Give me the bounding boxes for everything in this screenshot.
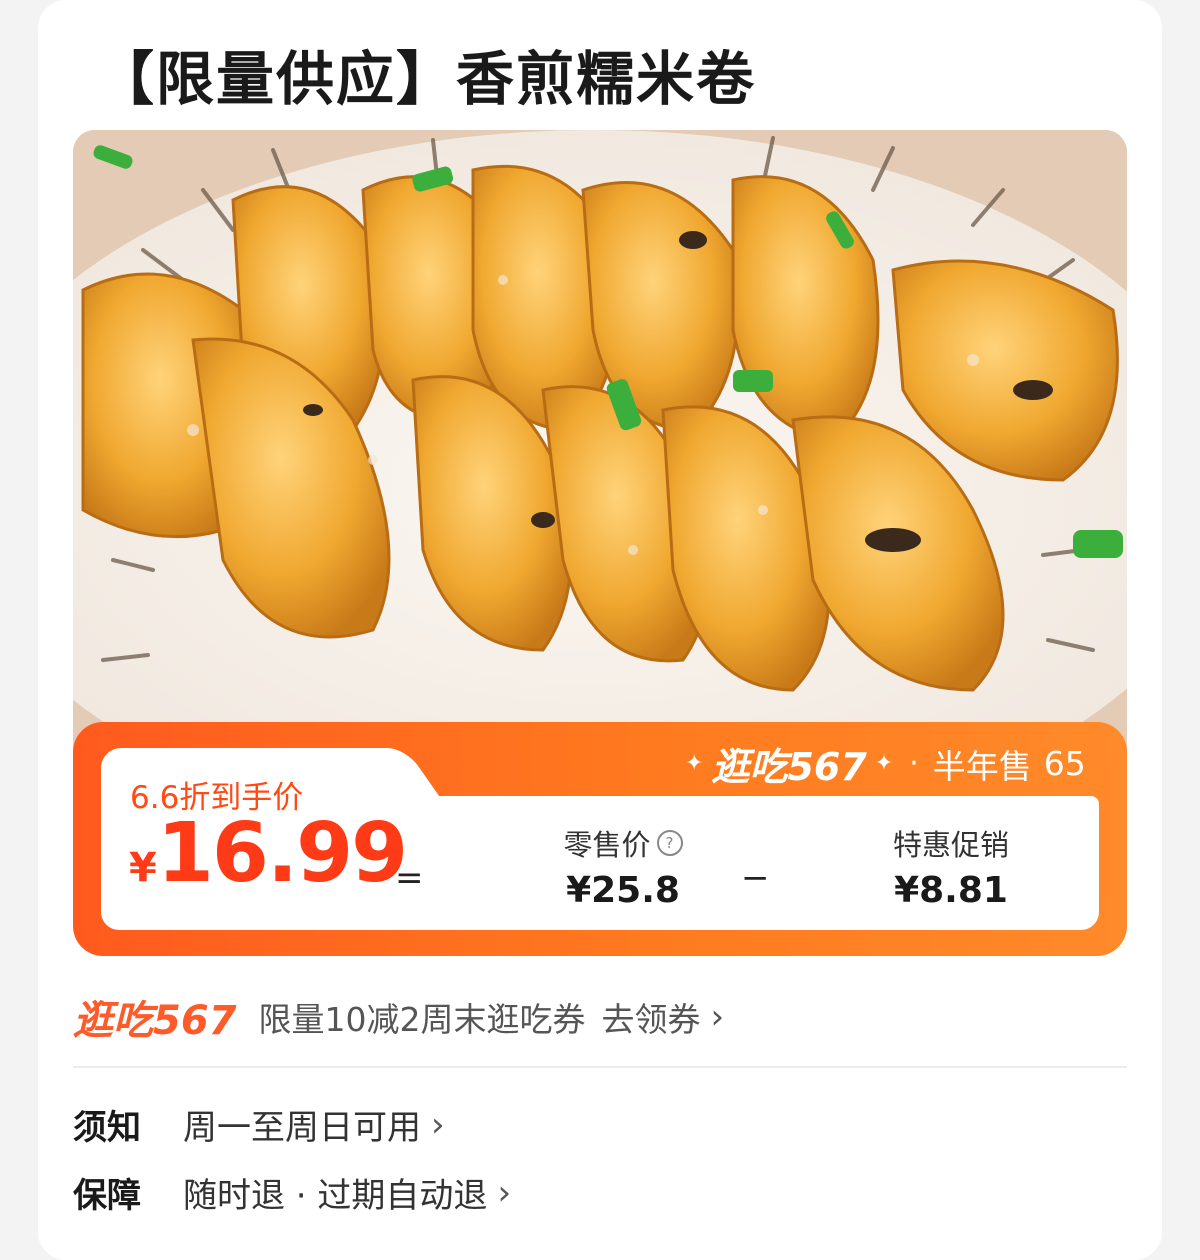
- discount-label: 6.6折到手价: [130, 780, 304, 816]
- retail-value: ¥25.8: [566, 870, 680, 911]
- guarantee-value: 随时退 · 过期自动退: [183, 1176, 488, 1216]
- sparkle-icon: ✦: [685, 751, 704, 776]
- sales-label: 半年售: [932, 746, 1032, 786]
- final-price-value: 16.99: [156, 806, 408, 901]
- claim-coupon-link[interactable]: 去领券: [602, 993, 701, 1041]
- currency-symbol: ¥: [129, 845, 157, 891]
- sales-count: 65: [1043, 744, 1086, 783]
- chevron-right-icon: ›: [710, 997, 725, 1037]
- equals-sign: =: [395, 858, 424, 898]
- guarantee-row[interactable]: 保障 随时退 · 过期自动退 ›: [73, 1168, 511, 1217]
- retail-price: 零售价 ? ¥25.8: [513, 822, 733, 911]
- notice-row[interactable]: 须知 周一至周日可用 ›: [73, 1100, 445, 1149]
- product-hero-image[interactable]: [73, 130, 1127, 770]
- final-price: ¥ 16.99: [129, 806, 408, 901]
- promo-value: ¥8.81: [894, 870, 1008, 911]
- retail-label: 零售价: [563, 828, 651, 862]
- chevron-right-icon: ›: [431, 1104, 445, 1145]
- coupon-row[interactable]: 逛吃567 限量10减2周末逛吃券 去领券 ›: [73, 988, 724, 1046]
- help-icon[interactable]: ?: [656, 830, 683, 856]
- separator-dot: ·: [909, 746, 919, 781]
- price-banner: 6.6折到手价 ✦ 逛吃567 ✦ · 半年售 65 ¥ 16.99 = 零售价…: [73, 722, 1127, 956]
- promo-discount: 特惠促销 ¥8.81: [841, 822, 1061, 911]
- brand-name: 逛吃567: [711, 745, 867, 789]
- coupon-text: 限量10减2周末逛吃券: [258, 1000, 586, 1039]
- coupon-brand: 逛吃567: [73, 998, 237, 1044]
- notice-key: 须知: [73, 1108, 141, 1148]
- sparkle-icon: ✦: [874, 751, 894, 776]
- notice-value: 周一至周日可用: [183, 1108, 421, 1148]
- chevron-right-icon: ›: [497, 1172, 512, 1213]
- brand-badge: ✦ 逛吃567 ✦ · 半年售 65: [685, 736, 1086, 791]
- guarantee-key: 保障: [73, 1176, 141, 1216]
- divider: [73, 1066, 1127, 1068]
- product-title: 【限量供应】香煎糯米卷: [96, 45, 757, 113]
- food-photo-icon: [73, 130, 1127, 770]
- promo-label: 特惠促销: [892, 828, 1009, 862]
- minus-sign: −: [741, 858, 770, 898]
